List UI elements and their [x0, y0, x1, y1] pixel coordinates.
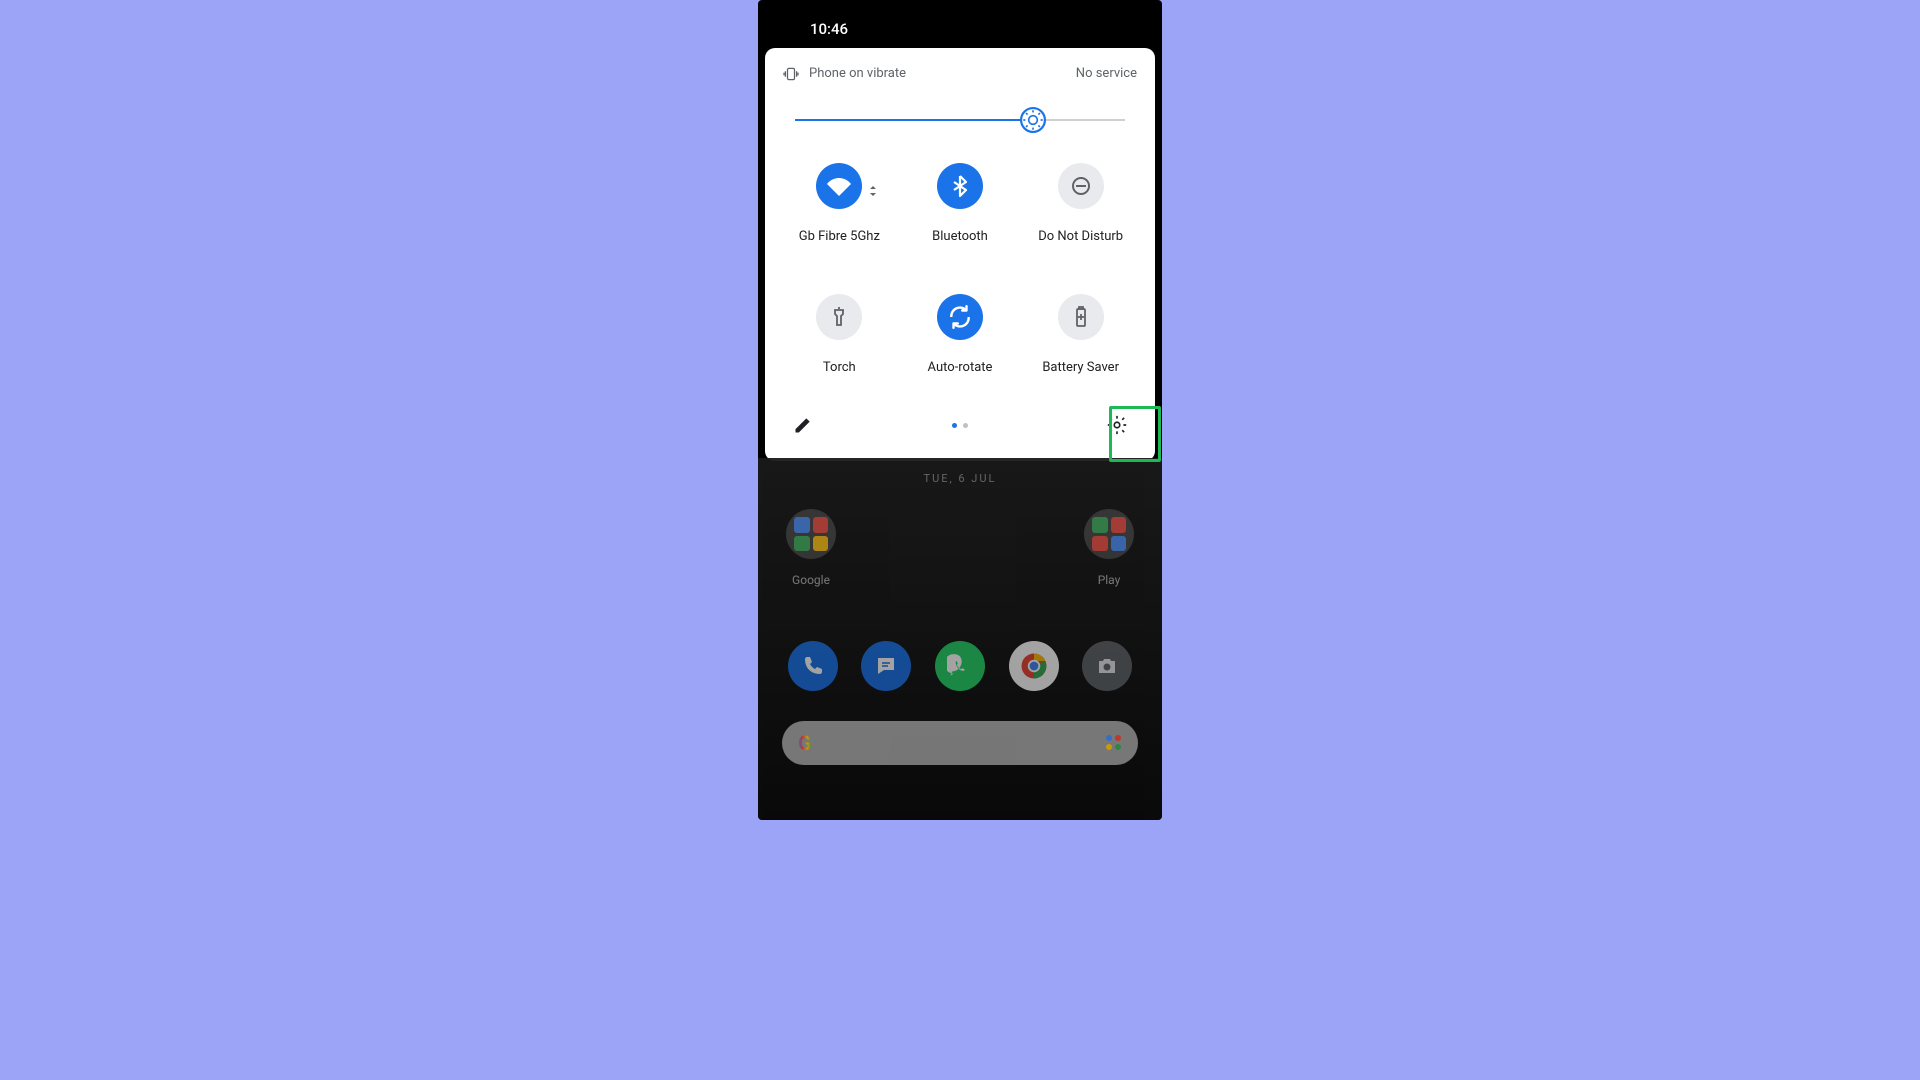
wifi-tile-label: Gb Fibre 5Ghz — [799, 229, 880, 244]
folder-icon — [1084, 509, 1134, 559]
quick-settings-panel: Phone on vibrate No service — [765, 48, 1155, 461]
status-bar-time: 10:46 — [810, 20, 848, 38]
qs-tiles-grid: Gb Fibre 5Ghz Bluetooth Do Not Dist — [779, 163, 1141, 375]
bluetooth-tile-label: Bluetooth — [932, 229, 988, 244]
google-search-bar[interactable]: G — [782, 721, 1138, 765]
assistant-icon[interactable] — [1106, 735, 1122, 751]
camera-app-icon[interactable] — [1082, 641, 1132, 691]
phone-screen: 10:46 Phone on vibrate No service — [758, 0, 1162, 820]
battery-saver-icon — [1058, 294, 1104, 340]
ringer-status-text: Phone on vibrate — [809, 66, 906, 81]
google-folder[interactable]: Google — [786, 509, 836, 587]
auto-rotate-tile-label: Auto-rotate — [928, 360, 993, 375]
home-dock — [758, 641, 1162, 691]
whatsapp-app-icon[interactable] — [935, 641, 985, 691]
wifi-icon — [816, 163, 862, 209]
home-date: TUE, 6 JUL — [758, 472, 1162, 485]
play-folder[interactable]: Play — [1084, 509, 1134, 587]
dnd-tile[interactable]: Do Not Disturb — [1020, 163, 1141, 244]
torch-tile-label: Torch — [823, 360, 856, 375]
folder-icon — [786, 509, 836, 559]
bluetooth-icon — [937, 163, 983, 209]
auto-rotate-tile[interactable]: Auto-rotate — [900, 294, 1021, 375]
folder-label: Play — [1098, 573, 1121, 587]
bluetooth-tile[interactable]: Bluetooth — [900, 163, 1021, 244]
battery-saver-tile-label: Battery Saver — [1042, 360, 1119, 375]
dnd-tile-label: Do Not Disturb — [1038, 229, 1123, 244]
auto-rotate-icon — [937, 294, 983, 340]
torch-tile[interactable]: Torch — [779, 294, 900, 375]
folder-label: Google — [792, 573, 830, 587]
messages-app-icon[interactable] — [861, 641, 911, 691]
phone-app-icon[interactable] — [788, 641, 838, 691]
torch-icon — [816, 294, 862, 340]
slider-fill — [795, 119, 1033, 121]
chrome-app-icon[interactable] — [1009, 641, 1059, 691]
google-logo-icon: G — [798, 731, 812, 755]
network-status-text: No service — [1076, 66, 1137, 81]
home-clock: 10.46 — [758, 412, 1162, 462]
home-screen: 10.46 TUE, 6 JUL Google Play — [758, 458, 1162, 820]
vibrate-icon — [783, 67, 799, 81]
battery-saver-tile[interactable]: Battery Saver — [1020, 294, 1141, 375]
brightness-slider[interactable] — [795, 111, 1125, 129]
chevron-vertical-icon[interactable] — [869, 181, 877, 200]
qs-header: Phone on vibrate No service — [779, 66, 1141, 81]
home-folders-row: Google Play — [758, 509, 1162, 587]
brightness-thumb-icon[interactable] — [1020, 107, 1046, 133]
dnd-icon — [1058, 163, 1104, 209]
wifi-tile[interactable]: Gb Fibre 5Ghz — [779, 163, 900, 244]
